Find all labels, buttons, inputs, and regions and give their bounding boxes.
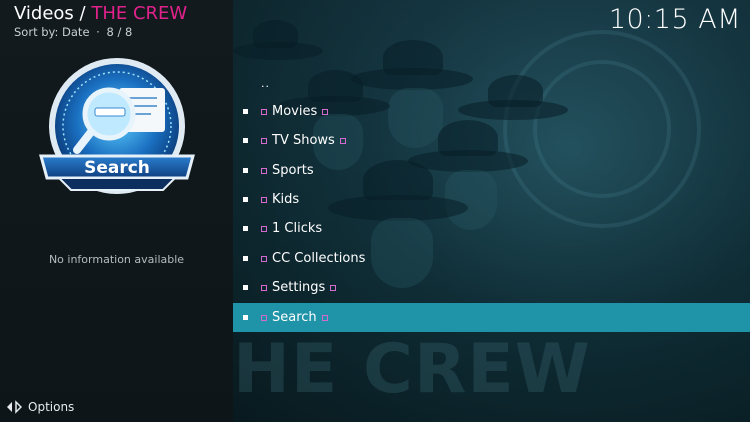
marker-icon: [261, 108, 267, 115]
marker-icon: [330, 284, 337, 291]
list-item-label: Settings: [272, 280, 326, 295]
no-info-text: No information available: [48, 253, 185, 266]
item-position: 8 / 8: [106, 25, 133, 39]
marker-icon: [322, 108, 329, 115]
options-label: Options: [28, 400, 75, 414]
list-item-kids[interactable]: Kids: [233, 185, 750, 214]
search-thumbnail: Search: [39, 58, 195, 194]
list-item-1-clicks[interactable]: 1 Clicks: [233, 214, 750, 243]
marker-icon: [261, 225, 267, 232]
parent-folder-item[interactable]: ..: [261, 77, 270, 90]
bullet-icon: [243, 138, 248, 143]
breadcrumb-section: Videos: [14, 3, 74, 24]
list-item-tv-shows[interactable]: TV Shows: [233, 126, 750, 155]
bullet-icon: [243, 285, 248, 290]
list-item-movies[interactable]: Movies: [233, 97, 750, 126]
clock: 10:15 AM: [608, 4, 741, 35]
list-item-label: Kids: [272, 192, 300, 207]
list-item-settings[interactable]: Settings: [233, 273, 750, 302]
list-item-label: 1 Clicks: [272, 221, 323, 236]
list-item-label: Sports: [272, 163, 314, 178]
options-button[interactable]: Options: [6, 399, 74, 415]
bullet-icon: [243, 197, 248, 202]
list-item-label: TV Shows: [272, 133, 335, 148]
bullet-icon: [243, 226, 248, 231]
marker-icon: [261, 196, 267, 203]
list-item-search[interactable]: Search: [233, 303, 750, 332]
list-item-label: Movies: [272, 104, 318, 119]
bullet-icon: [243, 168, 248, 173]
sort-info: Sort by: Date · 8 / 8: [14, 25, 187, 39]
bullet-icon: [243, 315, 248, 320]
bullet-icon: [243, 109, 248, 114]
thumbnail-label: Search: [84, 158, 150, 178]
list-item-cc-collections[interactable]: CC Collections: [233, 244, 750, 273]
sort-label: Sort by: Date: [14, 25, 90, 39]
marker-icon: [261, 255, 267, 262]
list-item-label: CC Collections: [272, 251, 366, 266]
watermark-text: HE CREW: [233, 330, 591, 409]
breadcrumb-separator: /: [79, 3, 86, 24]
options-arrows-icon: [7, 400, 22, 414]
marker-icon: [261, 137, 267, 144]
breadcrumb-addon: THE CREW: [91, 3, 188, 24]
marker-icon: [261, 314, 267, 321]
marker-icon: [339, 137, 346, 144]
header: Videos / THE CREW Sort by: Date · 8 / 8: [14, 3, 187, 39]
list-item-label: Search: [272, 310, 317, 325]
marker-icon: [261, 167, 267, 174]
sort-separator: ·: [96, 25, 100, 39]
list-item-sports[interactable]: Sports: [233, 156, 750, 185]
marker-icon: [261, 284, 267, 291]
marker-icon: [321, 314, 328, 321]
bullet-icon: [243, 256, 248, 261]
breadcrumb: Videos / THE CREW: [14, 3, 187, 25]
